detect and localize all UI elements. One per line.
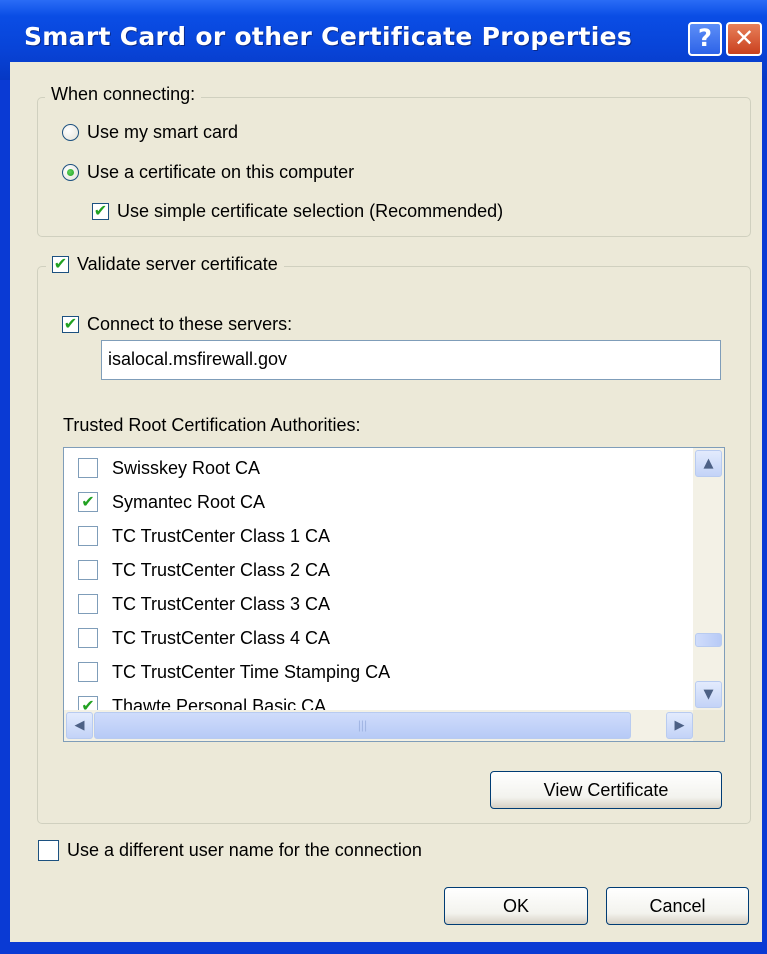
validate-server-checkbox[interactable]: ✔ xyxy=(52,256,69,273)
scrollbar-corner xyxy=(693,710,724,741)
dialog-window: Smart Card or other Certificate Properti… xyxy=(0,0,767,954)
connect-servers-option[interactable]: ✔ Connect to these servers: xyxy=(62,314,292,335)
view-certificate-button[interactable]: View Certificate xyxy=(490,771,722,809)
connect-servers-label: Connect to these servers: xyxy=(87,314,293,334)
authority-checkbox[interactable] xyxy=(78,594,98,614)
trusted-root-label: Trusted Root Certification Authorities: xyxy=(63,415,361,435)
authority-label: TC TrustCenter Class 2 CA xyxy=(112,559,331,580)
authority-checkbox[interactable] xyxy=(78,662,98,682)
horizontal-scroll-thumb[interactable]: ||| xyxy=(94,712,631,739)
authority-checkbox[interactable] xyxy=(78,458,98,478)
window-title: Smart Card or other Certificate Properti… xyxy=(24,22,633,51)
help-icon[interactable]: ? xyxy=(688,22,722,56)
smart-card-radio[interactable] xyxy=(62,124,79,141)
list-item[interactable]: TC TrustCenter Class 2 CA xyxy=(78,553,330,587)
authority-checkbox[interactable] xyxy=(78,526,98,546)
scroll-right-icon[interactable]: ▶ xyxy=(666,712,693,739)
ok-button[interactable]: OK xyxy=(444,887,588,925)
simple-selection-checkbox[interactable]: ✔ xyxy=(92,203,109,220)
scroll-up-icon[interactable]: ▲ xyxy=(695,450,722,477)
trusted-root-list[interactable]: Swisskey Root CA ✔ Symantec Root CA TC Trus… xyxy=(63,447,725,742)
authority-label: TC TrustCenter Time Stamping CA xyxy=(112,661,391,682)
list-item[interactable]: TC TrustCenter Class 4 CA xyxy=(78,621,330,655)
cancel-button[interactable]: Cancel xyxy=(606,887,749,925)
authority-label: TC TrustCenter Class 1 CA xyxy=(112,525,331,546)
different-user-checkbox[interactable] xyxy=(38,840,59,861)
different-user-label: Use a different user name for the connec… xyxy=(67,840,422,860)
list-item[interactable]: TC TrustCenter Class 1 CA xyxy=(78,519,330,553)
certificate-radio[interactable] xyxy=(62,164,79,181)
authority-label: Swisskey Root CA xyxy=(112,457,261,478)
different-user-option[interactable]: Use a different user name for the connec… xyxy=(38,840,422,861)
scroll-down-icon[interactable]: ▼ xyxy=(695,681,722,708)
authority-label: TC TrustCenter Class 3 CA xyxy=(112,593,331,614)
servers-input[interactable]: isalocal.msfirewall.gov xyxy=(101,340,721,380)
dialog-client-area: When connecting: Use my smart card Use a… xyxy=(10,62,762,942)
list-item[interactable]: ✔ Symantec Root CA xyxy=(78,485,265,519)
certificate-label: Use a certificate on this computer xyxy=(87,162,355,182)
list-item[interactable]: TC TrustCenter Class 3 CA xyxy=(78,587,330,621)
authority-label: Symantec Root CA xyxy=(112,491,266,512)
simple-selection-option[interactable]: ✔ Use simple certificate selection (Reco… xyxy=(92,201,503,222)
vertical-scrollbar[interactable]: ▲ ▼ xyxy=(693,448,724,710)
scroll-left-icon[interactable]: ◀ xyxy=(66,712,93,739)
vertical-scroll-thumb[interactable] xyxy=(695,633,722,647)
when-connecting-legend: When connecting: xyxy=(45,84,202,105)
smart-card-label: Use my smart card xyxy=(87,122,239,142)
smart-card-option[interactable]: Use my smart card xyxy=(62,122,238,143)
authority-checkbox[interactable]: ✔ xyxy=(78,492,98,512)
authority-checkbox[interactable] xyxy=(78,560,98,580)
validate-server-option[interactable]: ✔ Validate server certificate xyxy=(46,254,284,275)
certificate-option[interactable]: Use a certificate on this computer xyxy=(62,162,354,183)
simple-selection-label: Use simple certificate selection (Recomm… xyxy=(117,201,504,221)
validate-server-label: Validate server certificate xyxy=(77,254,278,274)
list-item[interactable]: TC TrustCenter Time Stamping CA xyxy=(78,655,390,689)
authority-label: TC TrustCenter Class 4 CA xyxy=(112,627,331,648)
connect-servers-checkbox[interactable]: ✔ xyxy=(62,316,79,333)
horizontal-scrollbar[interactable]: ◀ ||| ▶ xyxy=(64,710,695,741)
authority-checkbox[interactable] xyxy=(78,628,98,648)
list-item[interactable]: Swisskey Root CA xyxy=(78,451,260,485)
close-icon[interactable]: ✕ xyxy=(726,22,762,56)
